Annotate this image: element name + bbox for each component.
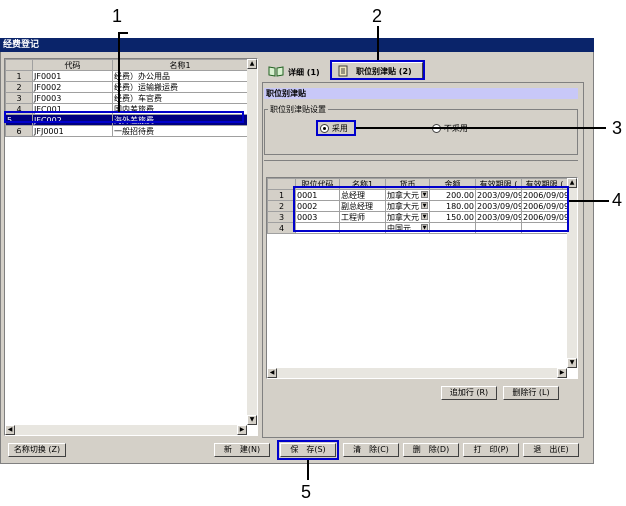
callout-line-4 [569,200,609,202]
column-header-name[interactable]: 名称1 [112,59,248,71]
separator-line [264,160,578,161]
callout-line-3 [356,127,606,129]
book-icon [268,66,284,77]
table-row[interactable]: 3 JF0003 经费）车官费 [5,92,248,104]
row-number: 2 [5,81,33,93]
table-row[interactable]: 1 JF0001 经费）办公用品 [5,70,248,82]
radio-not-adopt[interactable]: 不采用 [432,123,468,135]
scroll-up-icon[interactable]: ▲ [247,59,257,69]
left-vertical-scrollbar[interactable]: ▲ ▼ [247,59,257,425]
callout-number-2: 2 [372,6,383,26]
highlight-radio [316,120,356,136]
row-number: 6 [5,125,33,137]
callout-line-5 [307,460,309,480]
right-horizontal-scrollbar[interactable]: ◀ ▶ [267,368,567,378]
left-horizontal-scrollbar[interactable]: ◀ ▶ [5,425,247,435]
clear-button[interactable]: 清 除(C) [343,443,399,457]
highlight-save-button [277,440,339,460]
row-number-header [5,59,33,71]
highlight-grid-rows [293,186,569,232]
scroll-right-icon[interactable]: ▶ [557,368,567,378]
callout-line-2 [377,26,379,60]
table-row[interactable]: 2 JF0002 经费）运输搬运费 [5,81,248,93]
left-grid: 代码 名称1 1 JF0001 经费）办公用品 2 JF0002 经费）运输搬运费 3J… [5,59,248,137]
cell-name[interactable]: 经费）运输搬运费 [112,81,248,93]
cell-name[interactable]: 经费）车官费 [112,92,248,104]
window-title: 经费登记 [0,38,594,52]
cell-code[interactable]: JF0001 [32,70,113,82]
scroll-right-icon[interactable]: ▶ [237,425,247,435]
scroll-down-icon[interactable]: ▼ [567,358,577,368]
exit-button[interactable]: 退 出(E) [523,443,579,457]
row-number: 1 [267,189,296,201]
row-number: 2 [267,200,296,212]
row-number: 1 [5,70,33,82]
left-grid-header: 代码 名称1 [5,59,248,71]
callout-number-1: 1 [112,6,123,26]
callout-number-3: 3 [612,118,623,138]
tab-detail-label: 详细 (1) [288,68,320,77]
delete-row-button[interactable]: 删除行 (L) [503,386,559,400]
row-number-header [267,178,296,190]
highlight-tab [330,60,425,80]
callout-number-5: 5 [301,482,312,502]
cell-code[interactable]: JFJ0001 [32,125,113,137]
cell-name[interactable]: 经费）办公用品 [112,70,248,82]
row-number: 4 [267,222,296,234]
panel-header: 职位别津贴 [264,88,578,99]
callout-line-1-hook [118,32,128,34]
cell-name[interactable]: 一般招待费 [112,125,248,137]
scroll-left-icon[interactable]: ◀ [5,425,15,435]
print-button[interactable]: 打 印(P) [463,443,519,457]
cell-code[interactable]: JF0003 [32,92,113,104]
name-switch-button[interactable]: 名称切换 (Z) [8,443,66,457]
setting-group-box [264,109,578,155]
callout-number-4: 4 [612,190,623,210]
add-row-button[interactable]: 追加行 (R) [441,386,497,400]
setting-group-label: 职位别津贴设置 [268,104,328,115]
scroll-down-icon[interactable]: ▼ [247,415,257,425]
scroll-left-icon[interactable]: ◀ [267,368,277,378]
row-number: 3 [5,92,33,104]
delete-button[interactable]: 删 除(D) [403,443,459,457]
highlight-selected-row [4,111,244,123]
new-button[interactable]: 新 建(N) [214,443,270,457]
tab-detail[interactable]: 详细 (1) [266,64,328,80]
row-number: 3 [267,211,296,223]
cell-code[interactable]: JF0002 [32,81,113,93]
table-row[interactable]: 6 JFJ0001 一般招待费 [5,125,248,137]
column-header-code[interactable]: 代码 [32,59,113,71]
callout-line-1 [118,32,120,112]
